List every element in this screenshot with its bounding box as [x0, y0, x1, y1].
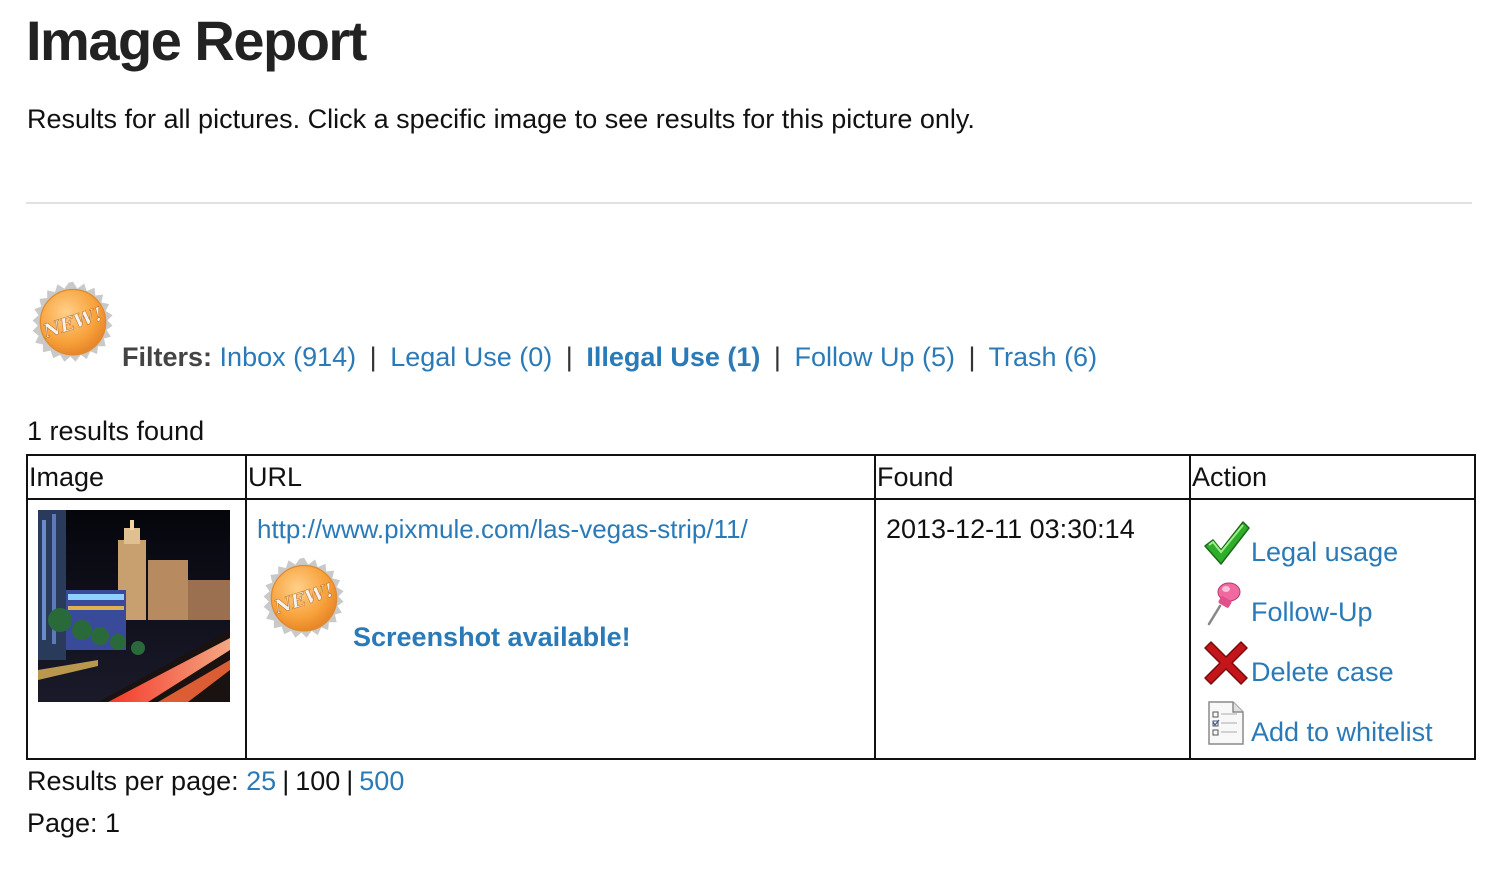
add-to-whitelist-link[interactable]: Add to whitelist [1251, 717, 1433, 748]
new-badge-icon: NEW! [32, 281, 113, 362]
filter-separator: | [565, 342, 573, 372]
filter-legal-use[interactable]: Legal Use (0) [390, 342, 552, 372]
found-timestamp: 2013-12-11 03:30:14 [886, 514, 1135, 544]
legal-usage-link[interactable]: Legal usage [1251, 537, 1398, 568]
filter-inbox[interactable]: Inbox (914) [220, 342, 357, 372]
action-legal-usage[interactable]: Legal usage [1201, 508, 1474, 568]
per-page-option-100: 100 [295, 766, 341, 796]
found-cell: 2013-12-11 03:30:14 [874, 498, 1191, 760]
page-indicator: Page: 1 [27, 808, 121, 838]
intro-text: Results for all pictures. Click a specif… [27, 104, 975, 134]
filters-label: Filters: [122, 342, 213, 372]
red-x-icon [1204, 641, 1248, 685]
result-thumbnail[interactable] [38, 510, 230, 702]
table-row: http://www.pixmule.com/las-vegas-strip/1… [26, 498, 1476, 760]
results-per-page: Results per page: 25 | 100 | 500 [27, 766, 404, 797]
table-header-row: Image URL Found Action [26, 454, 1476, 500]
filter-separator: | [968, 342, 976, 372]
follow-up-link[interactable]: Follow-Up [1251, 597, 1373, 628]
filters-bar: Filters: Inbox (914) | Legal Use (0) | I… [122, 342, 1097, 373]
column-header-found: Found [874, 454, 1191, 500]
filter-trash[interactable]: Trash (6) [989, 342, 1098, 372]
page-title: Image Report [26, 9, 367, 72]
action-follow-up[interactable]: Follow-Up [1201, 568, 1474, 628]
screenshot-available-link[interactable]: Screenshot available! [353, 622, 631, 653]
per-page-separator: | [282, 766, 290, 796]
filter-illegal-use[interactable]: Illegal Use (1) [586, 342, 760, 372]
pushpin-icon [1207, 582, 1241, 626]
filter-separator: | [773, 342, 781, 372]
url-cell: http://www.pixmule.com/las-vegas-strip/1… [245, 498, 876, 760]
image-cell [26, 498, 247, 760]
per-page-option-25[interactable]: 25 [246, 766, 276, 796]
divider [26, 202, 1472, 204]
result-url-link[interactable]: http://www.pixmule.com/las-vegas-strip/1… [257, 514, 748, 544]
action-add-to-whitelist[interactable]: Add to whitelist [1201, 688, 1474, 748]
column-header-url: URL [245, 454, 876, 500]
column-header-action: Action [1189, 454, 1476, 500]
checklist-document-icon [1208, 701, 1244, 745]
per-page-separator: | [346, 766, 354, 796]
new-badge-icon: NEW! [263, 557, 344, 638]
delete-case-link[interactable]: Delete case [1251, 657, 1394, 688]
filter-follow-up[interactable]: Follow Up (5) [794, 342, 955, 372]
action-delete-case[interactable]: Delete case [1201, 628, 1474, 688]
filter-separator: | [369, 342, 377, 372]
results-table: Image URL Found Action http://www.pixmul… [26, 454, 1476, 760]
per-page-label: Results per page: [27, 766, 239, 796]
results-count: 1 results found [27, 416, 205, 446]
per-page-option-500[interactable]: 500 [359, 766, 404, 796]
action-cell: Legal usage Follow-Up Delete case Add to… [1189, 498, 1476, 760]
checkmark-icon [1204, 521, 1250, 565]
column-header-image: Image [26, 454, 247, 500]
